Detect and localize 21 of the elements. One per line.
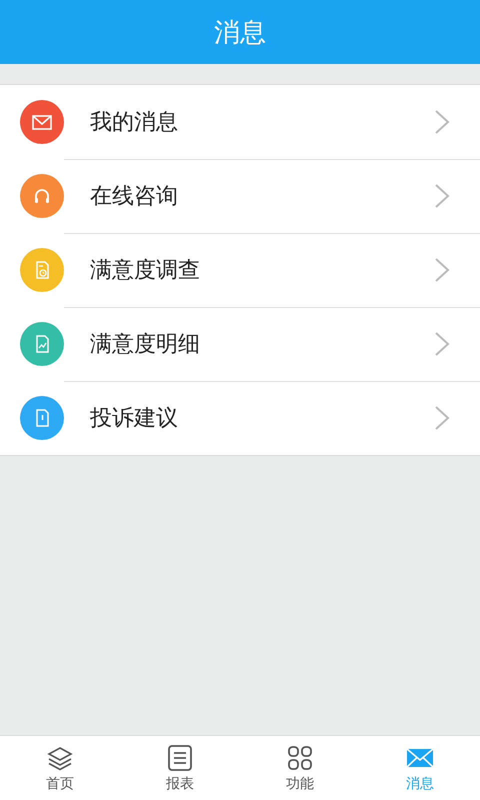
menu-item[interactable]: 投诉建议 bbox=[0, 381, 480, 455]
chevron-icon bbox=[434, 183, 450, 209]
chevron-icon bbox=[434, 257, 450, 283]
page-title: 消息 bbox=[214, 16, 266, 50]
menu-label: 在线咨询 bbox=[90, 183, 179, 211]
menu-label: 满意度调查 bbox=[90, 257, 201, 285]
grid-icon bbox=[286, 744, 314, 772]
nav-tab[interactable]: 功能 bbox=[240, 736, 360, 800]
chevron-icon bbox=[434, 405, 450, 431]
menu-label: 满意度明细 bbox=[90, 331, 201, 359]
menu-item[interactable]: 满意度明细 bbox=[0, 307, 480, 381]
menu-label: 我的消息 bbox=[90, 109, 179, 137]
list-icon bbox=[166, 744, 194, 772]
menu-item[interactable]: 我的消息 bbox=[0, 85, 480, 159]
chevron-icon bbox=[434, 331, 450, 357]
menu-item[interactable]: 满意度调查 bbox=[0, 233, 480, 307]
chevron-icon bbox=[434, 109, 450, 135]
menu-label: 投诉建议 bbox=[90, 405, 179, 433]
nav-tab[interactable]: 首页 bbox=[0, 736, 120, 800]
menu-item[interactable]: 在线咨询 bbox=[0, 159, 480, 233]
nav-tab[interactable]: 报表 bbox=[120, 736, 240, 800]
